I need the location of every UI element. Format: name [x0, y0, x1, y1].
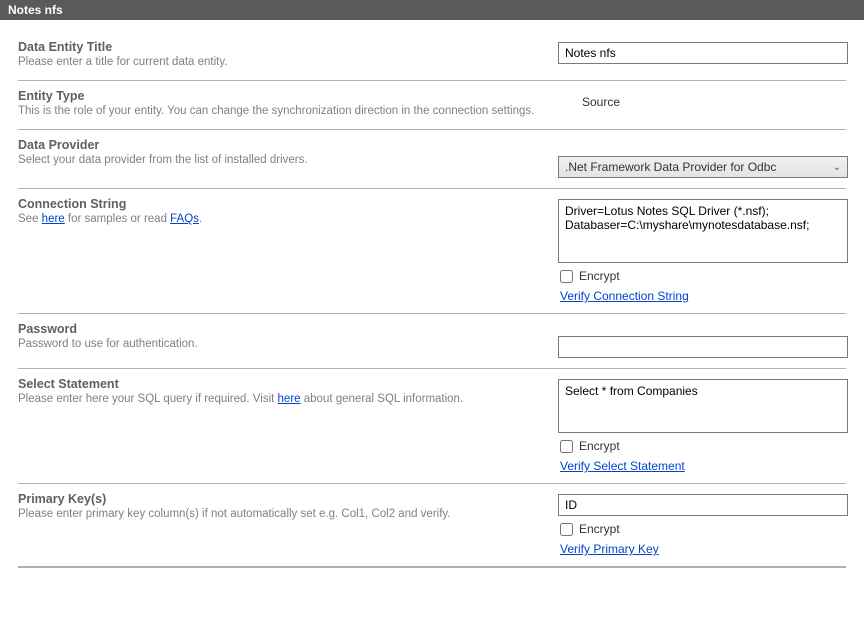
- window-title: Notes nfs: [8, 3, 63, 17]
- conn-encrypt-checkbox[interactable]: [560, 270, 573, 283]
- password-input[interactable]: [558, 336, 848, 358]
- select-here-link[interactable]: here: [278, 393, 301, 405]
- data-provider-selected: .Net Framework Data Provider for Odbc: [565, 160, 776, 174]
- data-provider-desc: Select your data provider from the list …: [18, 152, 542, 168]
- select-encrypt-checkbox[interactable]: [560, 440, 573, 453]
- select-left: Select Statement Please enter here your …: [18, 377, 558, 407]
- conn-encrypt-line[interactable]: Encrypt: [558, 269, 848, 283]
- pk-encrypt-label: Encrypt: [579, 522, 620, 536]
- password-label: Password: [18, 322, 542, 336]
- data-provider-dropdown[interactable]: .Net Framework Data Provider for Odbc ⌄: [558, 156, 848, 178]
- entity-type-label: Entity Type: [18, 89, 542, 103]
- connection-string-left: Connection String See here for samples o…: [18, 197, 558, 227]
- row-connection-string: Connection String See here for samples o…: [18, 189, 846, 314]
- entity-type-value: Source: [558, 91, 846, 109]
- conn-faqs-link[interactable]: FAQs: [170, 213, 199, 225]
- select-label: Select Statement: [18, 377, 542, 391]
- verify-pk-link[interactable]: Verify Primary Key: [558, 542, 848, 556]
- select-right: Encrypt Verify Select Statement: [558, 377, 848, 473]
- entity-type-desc: This is the role of your entity. You can…: [18, 103, 542, 119]
- row-entity-type: Entity Type This is the role of your ent…: [18, 81, 846, 130]
- verify-connection-link[interactable]: Verify Connection String: [558, 289, 848, 303]
- chevron-down-icon: ⌄: [833, 162, 841, 173]
- row-primary-key: Primary Key(s) Please enter primary key …: [18, 484, 846, 568]
- row-select-statement: Select Statement Please enter here your …: [18, 369, 846, 484]
- select-encrypt-line[interactable]: Encrypt: [558, 439, 848, 453]
- form-content: Data Entity Title Please enter a title f…: [0, 20, 864, 572]
- entity-type-right: Source: [558, 89, 846, 109]
- connection-string-input[interactable]: [558, 199, 848, 263]
- row-data-provider: Data Provider Select your data provider …: [18, 130, 846, 189]
- pk-right: Encrypt Verify Primary Key: [558, 492, 848, 556]
- select-desc: Please enter here your SQL query if requ…: [18, 391, 542, 407]
- pk-label: Primary Key(s): [18, 492, 542, 506]
- connection-string-label: Connection String: [18, 197, 542, 211]
- verify-select-link[interactable]: Verify Select Statement: [558, 459, 848, 473]
- select-encrypt-label: Encrypt: [579, 439, 620, 453]
- window-titlebar: Notes nfs: [0, 0, 864, 20]
- select-statement-input[interactable]: [558, 379, 848, 433]
- row-title: Data Entity Title Please enter a title f…: [18, 32, 846, 81]
- data-provider-right: .Net Framework Data Provider for Odbc ⌄: [558, 138, 848, 178]
- connection-string-right: Encrypt Verify Connection String: [558, 197, 848, 303]
- title-desc: Please enter a title for current data en…: [18, 54, 542, 70]
- row-title-left: Data Entity Title Please enter a title f…: [18, 40, 558, 70]
- title-label: Data Entity Title: [18, 40, 542, 54]
- row-title-right: [558, 40, 848, 64]
- pk-desc: Please enter primary key column(s) if no…: [18, 506, 542, 522]
- conn-encrypt-label: Encrypt: [579, 269, 620, 283]
- connection-string-desc: See here for samples or read FAQs.: [18, 211, 542, 227]
- password-desc: Password to use for authentication.: [18, 336, 542, 352]
- password-left: Password Password to use for authenticat…: [18, 322, 558, 352]
- entity-type-left: Entity Type This is the role of your ent…: [18, 89, 558, 119]
- password-right: [558, 322, 848, 358]
- data-provider-label: Data Provider: [18, 138, 542, 152]
- title-input[interactable]: [558, 42, 848, 64]
- data-provider-left: Data Provider Select your data provider …: [18, 138, 558, 168]
- pk-encrypt-line[interactable]: Encrypt: [558, 522, 848, 536]
- conn-here-link[interactable]: here: [42, 213, 65, 225]
- row-password: Password Password to use for authenticat…: [18, 314, 846, 369]
- pk-encrypt-checkbox[interactable]: [560, 523, 573, 536]
- primary-key-input[interactable]: [558, 494, 848, 516]
- pk-left: Primary Key(s) Please enter primary key …: [18, 492, 558, 522]
